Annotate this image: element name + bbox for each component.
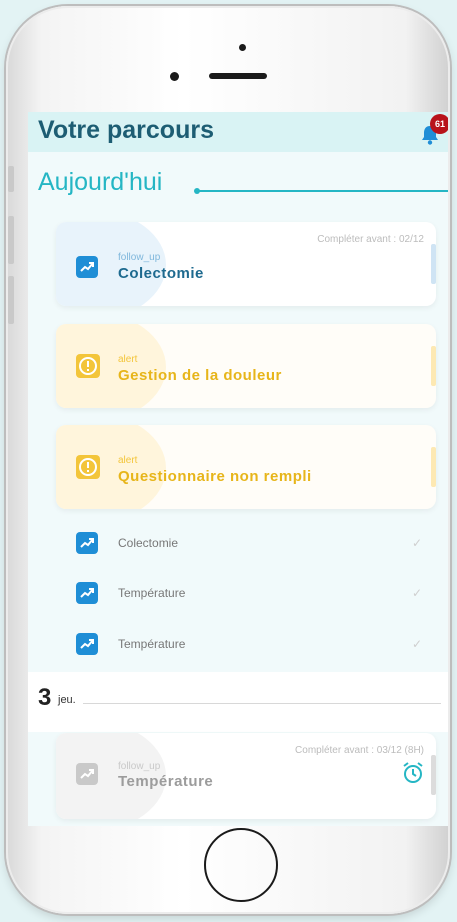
front-camera bbox=[170, 72, 179, 81]
volume-up-button bbox=[8, 216, 14, 264]
section-title-today: Aujourd'hui bbox=[38, 168, 163, 196]
completed-item[interactable]: Température ✓ bbox=[56, 629, 448, 659]
card-accent bbox=[431, 447, 436, 487]
check-icon: ✓ bbox=[412, 536, 423, 550]
phone-frame: Votre parcours 61 Aujourd'hui Compléter … bbox=[6, 6, 450, 914]
card-name: Température bbox=[118, 773, 214, 790]
volume-down-button bbox=[8, 276, 14, 324]
card-blob bbox=[56, 222, 166, 306]
sensor-dot bbox=[239, 44, 246, 51]
card-blob bbox=[56, 324, 166, 408]
warning-icon bbox=[76, 354, 100, 378]
trend-up-icon bbox=[76, 763, 98, 785]
date-number: 3 bbox=[38, 684, 52, 711]
home-button[interactable] bbox=[204, 828, 278, 902]
card-accent bbox=[431, 244, 436, 284]
task-card-alert-pain[interactable]: alert Gestion de la douleur bbox=[56, 324, 436, 408]
completed-item-label: Colectomie bbox=[118, 536, 179, 550]
task-card-follow-up[interactable]: Compléter avant : 02/12 follow_up Colect… bbox=[56, 222, 436, 306]
date-separator: 3 jeu. bbox=[28, 672, 448, 732]
card-blob bbox=[56, 425, 166, 509]
trend-up-icon bbox=[76, 582, 98, 604]
check-icon: ✓ bbox=[412, 637, 423, 651]
warning-icon bbox=[76, 455, 100, 479]
task-card-alert-questionnaire[interactable]: alert Questionnaire non rempli bbox=[56, 425, 436, 509]
date-weekday: jeu. bbox=[58, 694, 76, 706]
due-date: Compléter avant : 02/12 bbox=[317, 234, 424, 245]
mute-switch bbox=[8, 166, 14, 192]
card-accent bbox=[431, 346, 436, 386]
app-header: Votre parcours 61 bbox=[28, 112, 448, 152]
date-line bbox=[83, 703, 441, 704]
task-card-upcoming[interactable]: Compléter avant : 03/12 (8H) follow_up T… bbox=[56, 733, 436, 819]
trend-up-icon bbox=[76, 256, 98, 278]
completed-item-label: Température bbox=[118, 637, 186, 651]
completed-item[interactable]: Température ✓ bbox=[56, 578, 448, 608]
card-type: follow_up bbox=[118, 252, 161, 263]
card-name: Questionnaire non rempli bbox=[118, 468, 312, 485]
card-accent bbox=[431, 755, 436, 795]
card-type: follow_up bbox=[118, 761, 161, 772]
app-screen: Votre parcours 61 Aujourd'hui Compléter … bbox=[28, 112, 448, 826]
section-title-line bbox=[198, 190, 448, 192]
card-type: alert bbox=[118, 354, 138, 365]
trend-up-icon bbox=[76, 633, 98, 655]
completed-item[interactable]: Colectomie ✓ bbox=[56, 528, 448, 558]
card-name: Gestion de la douleur bbox=[118, 367, 282, 384]
notification-badge: 61 bbox=[430, 114, 448, 134]
card-name: Colectomie bbox=[118, 265, 204, 282]
due-date: Compléter avant : 03/12 (8H) bbox=[295, 745, 424, 756]
earpiece-speaker bbox=[209, 73, 267, 79]
page-title: Votre parcours bbox=[38, 116, 214, 144]
trend-up-icon bbox=[76, 532, 98, 554]
card-type: alert bbox=[118, 455, 138, 466]
completed-list: Colectomie ✓ Température ✓ Température ✓ bbox=[56, 516, 448, 671]
completed-item-label: Température bbox=[118, 586, 186, 600]
alarm-clock-icon[interactable] bbox=[401, 761, 425, 785]
check-icon: ✓ bbox=[412, 586, 423, 600]
